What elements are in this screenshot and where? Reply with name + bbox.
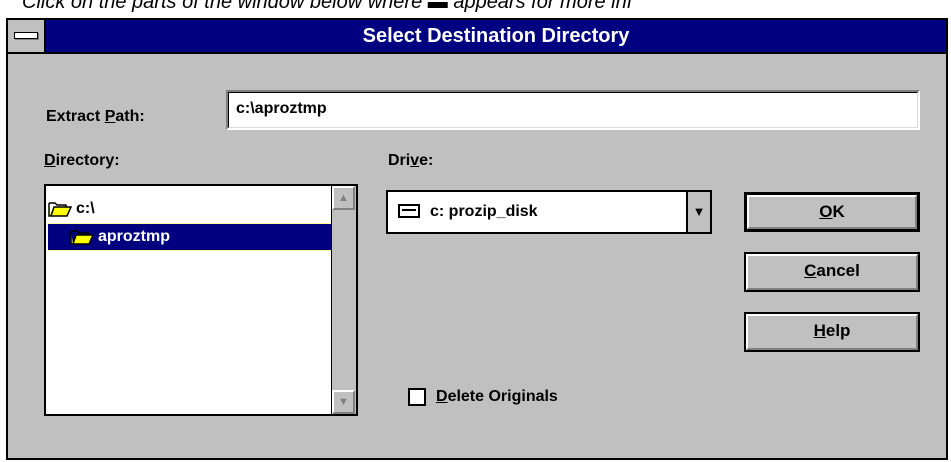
directory-label: Directory:	[44, 152, 120, 169]
dialog-title: Select Destination Directory	[362, 25, 630, 47]
scroll-down-button[interactable]: ▼	[332, 390, 355, 414]
open-folder-icon	[48, 202, 72, 217]
directory-item-root[interactable]: c:\	[48, 196, 95, 222]
scroll-up-button[interactable]: ▲	[332, 186, 355, 210]
help-caption: Click on the parts of the window below w…	[22, 0, 633, 13]
scroll-down-arrow-icon: ▼	[338, 396, 349, 408]
title-bar: Select Destination Directory	[8, 20, 946, 54]
select-destination-dialog: Select Destination Directory Extract Pat…	[6, 18, 948, 460]
help-button[interactable]: Help	[744, 312, 920, 352]
system-menu-button[interactable]	[8, 20, 46, 52]
directory-item-aproztmp[interactable]: aproztmp	[47, 223, 333, 251]
extract-path-label: Extract Path:	[46, 108, 145, 125]
scroll-up-arrow-icon: ▲	[338, 192, 349, 204]
dropdown-arrow-icon: ▼	[692, 204, 706, 219]
delete-originals-label[interactable]: Delete Originals	[436, 388, 558, 406]
directory-item-label: c:\	[76, 200, 95, 217]
system-menu-icon	[14, 32, 38, 39]
drive-select[interactable]: c: prozip_disk ▼	[386, 190, 712, 234]
cancel-button[interactable]: Cancel	[744, 252, 920, 292]
drive-selected-value: c: prozip_disk	[430, 203, 538, 220]
hard-drive-icon	[398, 204, 420, 218]
extract-path-input[interactable]: c:\aproztmp	[230, 95, 327, 123]
ok-button[interactable]: OK	[744, 192, 920, 232]
delete-originals-checkbox[interactable]	[408, 388, 426, 406]
directory-scrollbar[interactable]: ▲ ▼	[331, 186, 356, 414]
drive-label: Drive:	[388, 152, 434, 169]
directory-item-label: aproztmp	[98, 228, 170, 245]
drive-dropdown-button[interactable]: ▼	[686, 192, 710, 232]
open-folder-icon	[70, 230, 94, 245]
extract-path-field[interactable]: c:\aproztmp	[226, 90, 920, 130]
directory-listbox[interactable]: c:\ aproztmp ▲ ▼	[44, 184, 358, 416]
